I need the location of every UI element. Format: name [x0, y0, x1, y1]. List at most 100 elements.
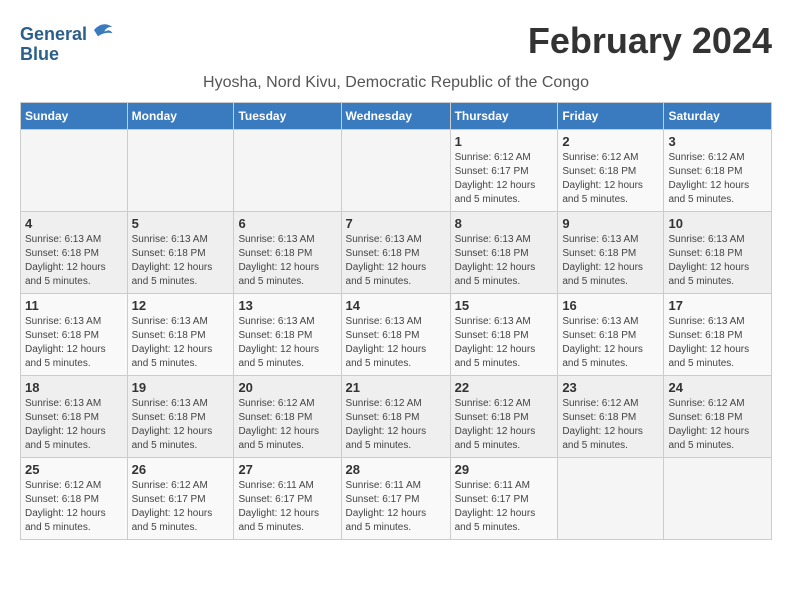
day-cell: 2 Sunrise: 6:12 AM Sunset: 6:18 PM Daylig…	[558, 129, 664, 211]
header-cell-sunday: Sunday	[21, 102, 128, 129]
day-cell: 14 Sunrise: 6:13 AM Sunset: 6:18 PM Dayli…	[341, 293, 450, 375]
day-cell: 20Sunrise: 6:12 AM Sunset: 6:18 PM Dayli…	[234, 375, 341, 457]
day-info: Sunrise: 6:13 AM Sunset: 6:18 PM Dayligh…	[668, 233, 767, 289]
day-info: Sunrise: 6:12 AM Sunset: 6:18 PM Dayligh…	[562, 397, 659, 453]
header-cell-thursday: Thursday	[450, 102, 558, 129]
top-bar: General Blue February 2024	[20, 20, 772, 70]
week-row-3: 18Sunrise: 6:13 AM Sunset: 6:18 PM Dayli…	[21, 375, 772, 457]
day-info: Sunrise: 6:12 AM Sunset: 6:18 PM Dayligh…	[346, 397, 446, 453]
day-number: 11	[25, 298, 123, 313]
day-number: 28	[346, 462, 446, 477]
day-info: Sunrise: 6:12 AM Sunset: 6:18 PM Dayligh…	[668, 151, 767, 207]
day-number: 23	[562, 380, 659, 395]
day-number: 17	[668, 298, 767, 313]
day-cell: 11 Sunrise: 6:13 AM Sunset: 6:18 PM Dayli…	[21, 293, 128, 375]
week-row-4: 25 Sunrise: 6:12 AM Sunset: 6:18 PM Dayli…	[21, 457, 772, 539]
week-row-2: 11 Sunrise: 6:13 AM Sunset: 6:18 PM Dayli…	[21, 293, 772, 375]
day-info: Sunrise: 6:12 AM Sunset: 6:18 PM Dayligh…	[455, 397, 554, 453]
day-number: 14	[346, 298, 446, 313]
day-number: 19	[132, 380, 230, 395]
day-cell	[558, 457, 664, 539]
day-cell: 9 Sunrise: 6:13 AM Sunset: 6:18 PM Daylig…	[558, 211, 664, 293]
logo: General Blue	[20, 20, 114, 65]
logo-general: General	[20, 24, 87, 44]
day-cell: 23 Sunrise: 6:12 AM Sunset: 6:18 PM Dayli…	[558, 375, 664, 457]
day-cell: 19 Sunrise: 6:13 AM Sunset: 6:18 PM Dayli…	[127, 375, 234, 457]
header-row: SundayMondayTuesdayWednesdayThursdayFrid…	[21, 102, 772, 129]
day-cell: 6 Sunrise: 6:13 AM Sunset: 6:18 PM Daylig…	[234, 211, 341, 293]
day-cell: 7 Sunrise: 6:13 AM Sunset: 6:18 PM Daylig…	[341, 211, 450, 293]
day-cell: 26Sunrise: 6:12 AM Sunset: 6:17 PM Dayli…	[127, 457, 234, 539]
day-cell: 18Sunrise: 6:13 AM Sunset: 6:18 PM Dayli…	[21, 375, 128, 457]
day-info: Sunrise: 6:13 AM Sunset: 6:18 PM Dayligh…	[455, 315, 554, 371]
day-number: 20	[238, 380, 336, 395]
calendar-body: 1 Sunrise: 6:12 AM Sunset: 6:17 PM Daylig…	[21, 129, 772, 539]
day-info: Sunrise: 6:13 AM Sunset: 6:18 PM Dayligh…	[238, 233, 336, 289]
day-cell: 28Sunrise: 6:11 AM Sunset: 6:17 PM Dayli…	[341, 457, 450, 539]
day-info: Sunrise: 6:13 AM Sunset: 6:18 PM Dayligh…	[562, 315, 659, 371]
day-info: Sunrise: 6:12 AM Sunset: 6:17 PM Dayligh…	[455, 151, 554, 207]
day-info: Sunrise: 6:13 AM Sunset: 6:18 PM Dayligh…	[25, 315, 123, 371]
header-cell-friday: Friday	[558, 102, 664, 129]
day-number: 5	[132, 216, 230, 231]
calendar-table: SundayMondayTuesdayWednesdayThursdayFrid…	[20, 102, 772, 540]
day-info: Sunrise: 6:13 AM Sunset: 6:18 PM Dayligh…	[25, 233, 123, 289]
day-cell: 24 Sunrise: 6:12 AM Sunset: 6:18 PM Dayli…	[664, 375, 772, 457]
day-cell: 29 Sunrise: 6:11 AM Sunset: 6:17 PM Dayli…	[450, 457, 558, 539]
day-number: 27	[238, 462, 336, 477]
day-number: 3	[668, 134, 767, 149]
day-info: Sunrise: 6:12 AM Sunset: 6:18 PM Dayligh…	[25, 479, 123, 535]
day-cell: 25 Sunrise: 6:12 AM Sunset: 6:18 PM Dayli…	[21, 457, 128, 539]
day-number: 29	[455, 462, 554, 477]
day-info: Sunrise: 6:13 AM Sunset: 6:18 PM Dayligh…	[132, 397, 230, 453]
location-title: Hyosha, Nord Kivu, Democratic Republic o…	[20, 74, 772, 92]
day-info: Sunrise: 6:13 AM Sunset: 6:18 PM Dayligh…	[346, 233, 446, 289]
day-info: Sunrise: 6:13 AM Sunset: 6:18 PM Dayligh…	[132, 315, 230, 371]
day-number: 25	[25, 462, 123, 477]
header-cell-wednesday: Wednesday	[341, 102, 450, 129]
month-title: February 2024	[528, 20, 772, 62]
day-cell: 5 Sunrise: 6:13 AM Sunset: 6:18 PM Daylig…	[127, 211, 234, 293]
day-number: 7	[346, 216, 446, 231]
day-info: Sunrise: 6:12 AM Sunset: 6:17 PM Dayligh…	[132, 479, 230, 535]
day-number: 2	[562, 134, 659, 149]
day-number: 6	[238, 216, 336, 231]
day-info: Sunrise: 6:11 AM Sunset: 6:17 PM Dayligh…	[238, 479, 336, 535]
week-row-1: 4 Sunrise: 6:13 AM Sunset: 6:18 PM Daylig…	[21, 211, 772, 293]
day-cell: 13Sunrise: 6:13 AM Sunset: 6:18 PM Dayli…	[234, 293, 341, 375]
day-cell	[664, 457, 772, 539]
day-info: Sunrise: 6:13 AM Sunset: 6:18 PM Dayligh…	[132, 233, 230, 289]
logo-line2: Blue	[20, 45, 114, 65]
day-info: Sunrise: 6:13 AM Sunset: 6:18 PM Dayligh…	[562, 233, 659, 289]
day-cell: 17Sunrise: 6:13 AM Sunset: 6:18 PM Dayli…	[664, 293, 772, 375]
day-cell	[234, 129, 341, 211]
day-number: 21	[346, 380, 446, 395]
week-row-0: 1 Sunrise: 6:12 AM Sunset: 6:17 PM Daylig…	[21, 129, 772, 211]
day-number: 1	[455, 134, 554, 149]
day-number: 4	[25, 216, 123, 231]
day-info: Sunrise: 6:13 AM Sunset: 6:18 PM Dayligh…	[25, 397, 123, 453]
day-cell: 22 Sunrise: 6:12 AM Sunset: 6:18 PM Dayli…	[450, 375, 558, 457]
day-number: 24	[668, 380, 767, 395]
calendar-header: SundayMondayTuesdayWednesdayThursdayFrid…	[21, 102, 772, 129]
day-number: 22	[455, 380, 554, 395]
day-cell: 21 Sunrise: 6:12 AM Sunset: 6:18 PM Dayli…	[341, 375, 450, 457]
day-info: Sunrise: 6:12 AM Sunset: 6:18 PM Dayligh…	[668, 397, 767, 453]
day-info: Sunrise: 6:13 AM Sunset: 6:18 PM Dayligh…	[455, 233, 554, 289]
day-cell: 10Sunrise: 6:13 AM Sunset: 6:18 PM Dayli…	[664, 211, 772, 293]
day-cell: 15Sunrise: 6:13 AM Sunset: 6:18 PM Dayli…	[450, 293, 558, 375]
day-number: 13	[238, 298, 336, 313]
day-cell: 12Sunrise: 6:13 AM Sunset: 6:18 PM Dayli…	[127, 293, 234, 375]
day-info: Sunrise: 6:11 AM Sunset: 6:17 PM Dayligh…	[455, 479, 554, 535]
header-cell-tuesday: Tuesday	[234, 102, 341, 129]
header-cell-saturday: Saturday	[664, 102, 772, 129]
day-cell	[341, 129, 450, 211]
day-cell	[21, 129, 128, 211]
day-cell: 8Sunrise: 6:13 AM Sunset: 6:18 PM Daylig…	[450, 211, 558, 293]
logo-line1: General	[20, 20, 114, 45]
day-cell: 27 Sunrise: 6:11 AM Sunset: 6:17 PM Dayli…	[234, 457, 341, 539]
day-info: Sunrise: 6:13 AM Sunset: 6:18 PM Dayligh…	[346, 315, 446, 371]
day-number: 16	[562, 298, 659, 313]
day-info: Sunrise: 6:12 AM Sunset: 6:18 PM Dayligh…	[562, 151, 659, 207]
day-number: 9	[562, 216, 659, 231]
